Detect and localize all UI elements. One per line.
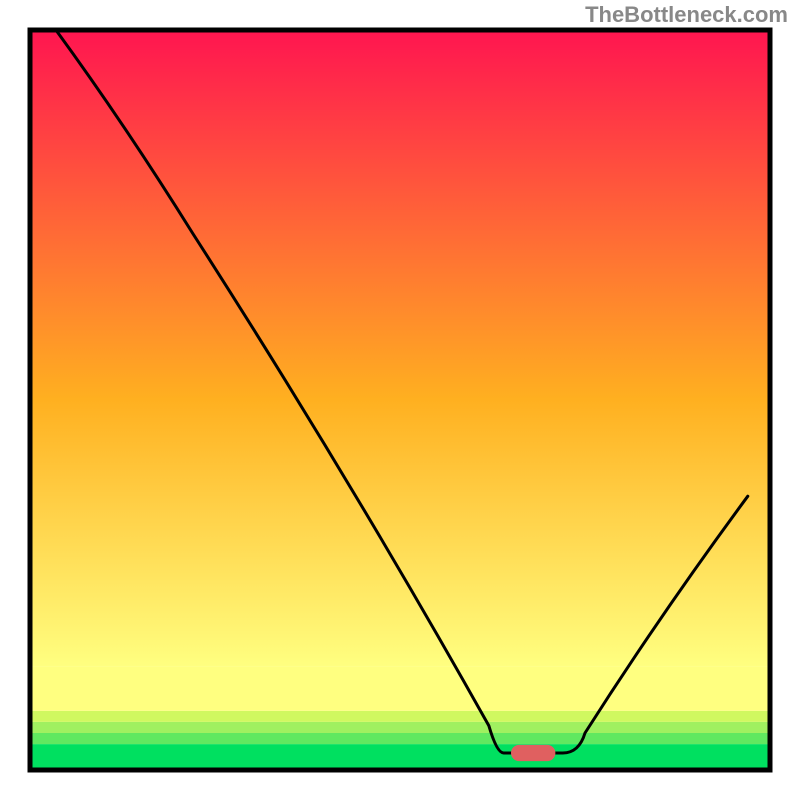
bottleneck-chart [0,0,800,800]
watermark-text: TheBottleneck.com [585,2,788,28]
chart-container: TheBottleneck.com [0,0,800,800]
